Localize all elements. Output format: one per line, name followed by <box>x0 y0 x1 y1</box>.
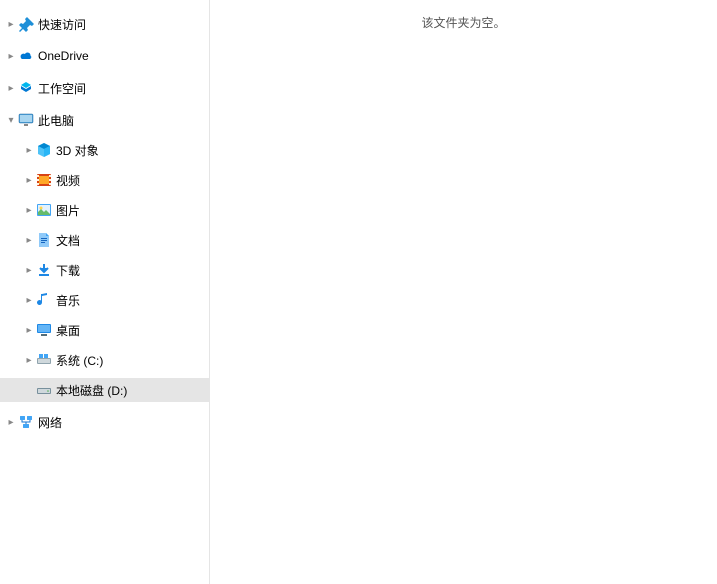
sidebar-item-downloads[interactable]: ▸ 下载 <box>0 258 209 282</box>
sidebar-item-this-pc[interactable]: ▾ 此电脑 <box>0 108 209 132</box>
sidebar-item-desktop[interactable]: ▸ 桌面 <box>0 318 209 342</box>
sidebar-item-3d-objects[interactable]: ▸ 3D 对象 <box>0 138 209 162</box>
chevron-right-icon[interactable]: ▸ <box>22 233 36 247</box>
workspace-icon <box>18 80 34 96</box>
sidebar-item-network[interactable]: ▸ 网络 <box>0 410 209 434</box>
chevron-right-icon[interactable]: ▸ <box>4 49 18 63</box>
sidebar-item-label: 快速访问 <box>38 16 86 33</box>
cloud-icon <box>18 48 34 64</box>
chevron-right-icon[interactable]: ▸ <box>22 323 36 337</box>
chevron-right-icon[interactable]: ▸ <box>4 415 18 429</box>
sidebar-item-label: 本地磁盘 (D:) <box>56 382 127 399</box>
picture-icon <box>36 202 52 218</box>
chevron-right-icon[interactable]: ▸ <box>22 293 36 307</box>
monitor-icon <box>18 112 34 128</box>
chevron-right-icon[interactable]: ▸ <box>4 81 18 95</box>
chevron-down-icon[interactable]: ▾ <box>4 113 18 127</box>
sidebar-item-label: 图片 <box>56 202 80 219</box>
sidebar-item-local-disk[interactable]: ▸ 本地磁盘 (D:) <box>0 378 209 402</box>
sidebar-item-label: 网络 <box>38 414 62 431</box>
sidebar-item-label: 系统 (C:) <box>56 352 103 369</box>
sidebar-item-music[interactable]: ▸ 音乐 <box>0 288 209 312</box>
chevron-right-icon[interactable]: ▸ <box>4 17 18 31</box>
chevron-right-icon[interactable]: ▸ <box>22 353 36 367</box>
sidebar-item-label: 音乐 <box>56 292 80 309</box>
sidebar-item-pictures[interactable]: ▸ 图片 <box>0 198 209 222</box>
document-icon <box>36 232 52 248</box>
sidebar-item-quick-access[interactable]: ▸ 快速访问 <box>0 12 209 36</box>
sidebar-item-videos[interactable]: ▸ 视频 <box>0 168 209 192</box>
drive-icon <box>36 382 52 398</box>
sidebar-item-label: 下载 <box>56 262 80 279</box>
sidebar-item-label: 桌面 <box>56 322 80 339</box>
sidebar-item-label: 文档 <box>56 232 80 249</box>
desktop-icon <box>36 322 52 338</box>
chevron-right-icon[interactable]: ▸ <box>22 173 36 187</box>
sidebar-item-onedrive[interactable]: ▸ OneDrive <box>0 44 209 68</box>
sidebar-item-system-drive[interactable]: ▸ 系统 (C:) <box>0 348 209 372</box>
sidebar-item-label: 此电脑 <box>38 112 74 129</box>
navigation-sidebar: ▸ 快速访问 ▸ OneDrive ▸ 工作空间 ▾ <box>0 0 210 584</box>
sidebar-item-workspace[interactable]: ▸ 工作空间 <box>0 76 209 100</box>
file-list-pane[interactable]: 该文件夹为空。 <box>210 0 717 584</box>
cube-icon <box>36 142 52 158</box>
drive-icon <box>36 352 52 368</box>
sidebar-item-label: 视频 <box>56 172 80 189</box>
film-icon <box>36 172 52 188</box>
sidebar-item-label: OneDrive <box>38 49 89 63</box>
chevron-right-icon[interactable]: ▸ <box>22 143 36 157</box>
pin-icon <box>18 16 34 32</box>
chevron-right-icon[interactable]: ▸ <box>22 203 36 217</box>
sidebar-item-label: 工作空间 <box>38 80 86 97</box>
empty-folder-message: 该文件夹为空。 <box>210 14 717 31</box>
network-icon <box>18 414 34 430</box>
sidebar-item-label: 3D 对象 <box>56 142 99 159</box>
sidebar-item-documents[interactable]: ▸ 文档 <box>0 228 209 252</box>
download-arrow-icon <box>36 262 52 278</box>
music-note-icon <box>36 292 52 308</box>
chevron-right-icon[interactable]: ▸ <box>22 263 36 277</box>
